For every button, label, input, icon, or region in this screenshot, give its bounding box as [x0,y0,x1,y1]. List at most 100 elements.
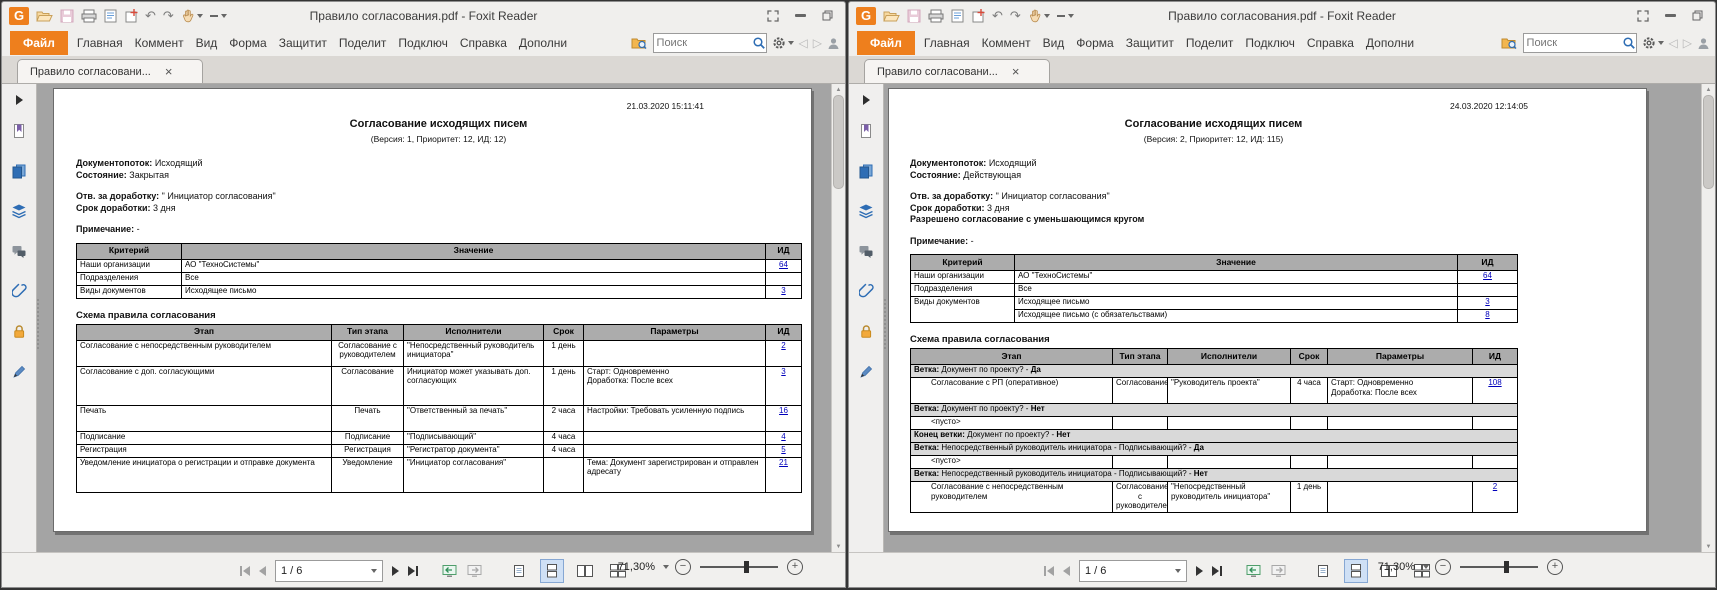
search-in-files-icon[interactable] [631,36,648,50]
thumbnails-panel-icon[interactable] [2,151,36,191]
previous-view-icon[interactable] [442,564,458,578]
id-link[interactable]: 3 [781,286,785,295]
id-link[interactable]: 3 [1485,297,1489,306]
first-page-button[interactable] [240,566,250,576]
undo-icon[interactable]: ↶ [992,7,1003,25]
minimize-icon[interactable] [795,7,806,25]
next-page-button[interactable] [1196,566,1203,576]
user-account-icon[interactable] [827,37,840,50]
id-link[interactable]: 3 [781,367,785,376]
bookmarks-panel-icon[interactable] [2,111,36,151]
comments-panel-icon[interactable] [2,231,36,271]
previous-view-icon[interactable] [1246,564,1262,578]
minimize-icon[interactable] [1665,7,1676,25]
email-icon[interactable] [951,7,964,25]
id-link[interactable]: 108 [1488,378,1501,387]
zoom-slider[interactable] [1460,566,1538,568]
user-account-icon[interactable] [1697,37,1710,50]
zoom-in-icon[interactable]: + [787,559,803,575]
scroll-up-icon[interactable]: ▲ [1706,84,1712,95]
menu-tab-form[interactable]: Форма [223,31,272,55]
last-page-button[interactable] [408,566,418,576]
single-page-view-icon[interactable] [507,559,531,583]
zoom-level[interactable]: 71,30% [618,561,655,573]
menu-tab-form[interactable]: Форма [1070,31,1119,55]
next-view-icon[interactable] [1271,564,1287,578]
last-page-button[interactable] [1212,566,1222,576]
customize-toolbar-icon[interactable] [210,7,227,25]
menu-tab-file[interactable]: Файл [10,31,68,55]
hand-tool-dropdown-icon[interactable] [197,14,203,18]
signatures-panel-icon[interactable] [849,351,883,391]
close-tab-icon[interactable]: × [165,66,173,77]
signatures-panel-icon[interactable] [2,351,36,391]
previous-page-button[interactable] [259,566,266,576]
document-canvas[interactable]: 21.03.2020 15:11:41 Согласование исходящ… [37,84,831,552]
menu-tab-extras[interactable]: Дополни [1360,31,1420,55]
scrollbar-thumb[interactable] [833,95,844,189]
attachments-panel-icon[interactable] [849,271,883,311]
id-link[interactable]: 4 [781,432,785,441]
customize-toolbar-icon[interactable] [1057,7,1074,25]
id-link[interactable]: 64 [1483,271,1492,280]
menu-tab-protect[interactable]: Защитит [273,31,333,55]
search-icon[interactable] [752,36,766,50]
document-canvas[interactable]: 24.03.2020 12:14:05 Согласование исходящ… [884,84,1701,552]
close-tab-icon[interactable]: × [1012,66,1020,77]
id-link[interactable]: 8 [1485,310,1489,319]
zoom-slider-handle[interactable] [1504,561,1509,573]
create-pdf-icon[interactable] [124,7,138,25]
menu-tab-comment[interactable]: Коммент [129,31,190,55]
email-icon[interactable] [104,7,117,25]
document-tab[interactable]: Правило согласовани... × [864,59,1050,83]
id-link[interactable]: 5 [781,445,785,454]
menu-tab-protect[interactable]: Защитит [1120,31,1180,55]
page-number-combobox[interactable]: 1 / 6 [1079,560,1187,582]
settings-gear-icon[interactable] [1642,36,1664,50]
continuous-view-icon[interactable] [540,559,564,583]
restore-icon[interactable] [822,7,833,25]
zoom-in-icon[interactable]: + [1547,559,1563,575]
next-page-button[interactable] [392,566,399,576]
security-panel-icon[interactable] [2,311,36,351]
facing-view-icon[interactable] [573,559,597,583]
open-file-icon[interactable] [36,7,53,25]
create-pdf-icon[interactable] [971,7,985,25]
zoom-out-icon[interactable]: − [1435,559,1451,575]
page-number-combobox[interactable]: 1 / 6 [275,560,383,582]
id-link[interactable]: 2 [1493,482,1497,491]
history-forward-icon[interactable]: ▷ [813,36,822,50]
document-tab[interactable]: Правило согласовани... × [17,59,203,83]
zoom-level[interactable]: 71,30% [1378,561,1415,573]
menu-tab-view[interactable]: Вид [1037,31,1071,55]
print-icon[interactable] [81,7,97,25]
attachments-panel-icon[interactable] [2,271,36,311]
menu-tab-help[interactable]: Справка [1301,31,1360,55]
id-link[interactable]: 64 [779,260,788,269]
thumbnails-panel-icon[interactable] [849,151,883,191]
bookmarks-panel-icon[interactable] [849,111,883,151]
comments-panel-icon[interactable] [849,231,883,271]
expand-panel-icon[interactable] [849,89,883,111]
search-input[interactable] [654,37,752,49]
scroll-up-icon[interactable]: ▲ [836,84,842,95]
hand-tool-icon[interactable] [181,7,203,25]
settings-gear-icon[interactable] [772,36,794,50]
menu-tab-help[interactable]: Справка [454,31,513,55]
history-back-icon[interactable]: ◁ [1669,36,1678,50]
vertical-scrollbar[interactable]: ▲ ▼ [1701,84,1715,552]
scroll-down-icon[interactable]: ▼ [1706,541,1712,552]
id-link[interactable]: 2 [781,341,785,350]
redo-icon[interactable]: ↷ [1010,7,1021,25]
zoom-out-icon[interactable]: − [675,559,691,575]
save-icon[interactable] [907,7,921,25]
id-link[interactable]: 21 [779,458,788,467]
zoom-slider-handle[interactable] [744,561,749,573]
menu-tab-share[interactable]: Поделит [1180,31,1240,55]
menu-tab-connect[interactable]: Подключ [1239,31,1300,55]
history-back-icon[interactable]: ◁ [799,36,808,50]
id-link[interactable]: 16 [779,406,788,415]
menu-tab-file[interactable]: Файл [857,31,915,55]
save-icon[interactable] [60,7,74,25]
single-page-view-icon[interactable] [1311,559,1335,583]
